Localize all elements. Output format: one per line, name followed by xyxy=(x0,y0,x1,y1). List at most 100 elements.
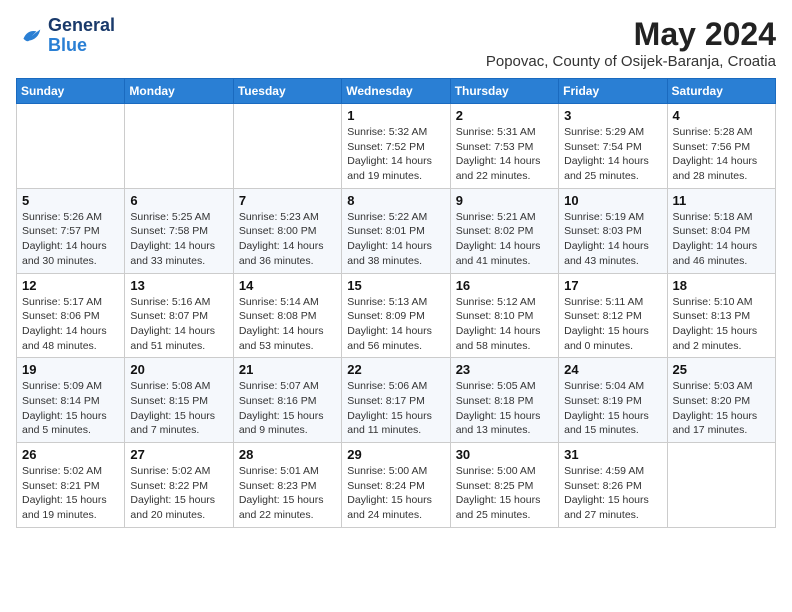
calendar-header-row: SundayMondayTuesdayWednesdayThursdayFrid… xyxy=(17,79,776,104)
day-number: 19 xyxy=(22,362,119,377)
calendar-cell xyxy=(667,443,775,528)
day-header-wednesday: Wednesday xyxy=(342,79,450,104)
day-info: Sunrise: 5:13 AM Sunset: 8:09 PM Dayligh… xyxy=(347,295,444,354)
calendar-cell: 27 Sunrise: 5:02 AM Sunset: 8:22 PM Dayli… xyxy=(125,443,233,528)
day-info: Sunrise: 5:08 AM Sunset: 8:15 PM Dayligh… xyxy=(130,379,227,438)
day-info: Sunrise: 5:02 AM Sunset: 8:21 PM Dayligh… xyxy=(22,464,119,523)
calendar-cell: 25 Sunrise: 5:03 AM Sunset: 8:20 PM Dayli… xyxy=(667,358,775,443)
day-number: 12 xyxy=(22,278,119,293)
day-number: 24 xyxy=(564,362,661,377)
day-info: Sunrise: 5:12 AM Sunset: 8:10 PM Dayligh… xyxy=(456,295,553,354)
day-number: 4 xyxy=(673,108,770,123)
calendar-cell: 10 Sunrise: 5:19 AM Sunset: 8:03 PM Dayli… xyxy=(559,188,667,273)
day-info: Sunrise: 5:26 AM Sunset: 7:57 PM Dayligh… xyxy=(22,210,119,269)
day-info: Sunrise: 5:31 AM Sunset: 7:53 PM Dayligh… xyxy=(456,125,553,184)
location-subtitle: Popovac, County of Osijek-Baranja, Croat… xyxy=(486,53,776,70)
day-number: 14 xyxy=(239,278,336,293)
day-number: 1 xyxy=(347,108,444,123)
day-number: 30 xyxy=(456,447,553,462)
day-number: 20 xyxy=(130,362,227,377)
day-number: 27 xyxy=(130,447,227,462)
day-number: 6 xyxy=(130,193,227,208)
day-number: 25 xyxy=(673,362,770,377)
calendar-week-row: 19Sunrise: 5:09 AM Sunset: 8:14 PM Dayli… xyxy=(17,358,776,443)
calendar-cell: 19Sunrise: 5:09 AM Sunset: 8:14 PM Dayli… xyxy=(17,358,125,443)
day-info: Sunrise: 5:21 AM Sunset: 8:02 PM Dayligh… xyxy=(456,210,553,269)
day-info: Sunrise: 5:18 AM Sunset: 8:04 PM Dayligh… xyxy=(673,210,770,269)
calendar-cell: 6Sunrise: 5:25 AM Sunset: 7:58 PM Daylig… xyxy=(125,188,233,273)
calendar-cell: 4 Sunrise: 5:28 AM Sunset: 7:56 PM Daylig… xyxy=(667,104,775,189)
day-number: 11 xyxy=(673,193,770,208)
day-number: 17 xyxy=(564,278,661,293)
calendar-cell: 26 Sunrise: 5:02 AM Sunset: 8:21 PM Dayli… xyxy=(17,443,125,528)
day-info: Sunrise: 5:32 AM Sunset: 7:52 PM Dayligh… xyxy=(347,125,444,184)
calendar-cell: 30Sunrise: 5:00 AM Sunset: 8:25 PM Dayli… xyxy=(450,443,558,528)
page-header: General Blue May 2024 Popovac, County of… xyxy=(16,16,776,70)
calendar-cell xyxy=(17,104,125,189)
day-number: 9 xyxy=(456,193,553,208)
calendar-week-row: 1 Sunrise: 5:32 AM Sunset: 7:52 PM Daylig… xyxy=(17,104,776,189)
day-info: Sunrise: 5:05 AM Sunset: 8:18 PM Dayligh… xyxy=(456,379,553,438)
day-number: 5 xyxy=(22,193,119,208)
calendar-cell: 5 Sunrise: 5:26 AM Sunset: 7:57 PM Daylig… xyxy=(17,188,125,273)
day-info: Sunrise: 5:28 AM Sunset: 7:56 PM Dayligh… xyxy=(673,125,770,184)
calendar-cell: 22Sunrise: 5:06 AM Sunset: 8:17 PM Dayli… xyxy=(342,358,450,443)
calendar-cell: 1 Sunrise: 5:32 AM Sunset: 7:52 PM Daylig… xyxy=(342,104,450,189)
day-info: Sunrise: 5:03 AM Sunset: 8:20 PM Dayligh… xyxy=(673,379,770,438)
day-number: 23 xyxy=(456,362,553,377)
day-info: Sunrise: 5:06 AM Sunset: 8:17 PM Dayligh… xyxy=(347,379,444,438)
day-header-thursday: Thursday xyxy=(450,79,558,104)
day-header-sunday: Sunday xyxy=(17,79,125,104)
title-block: May 2024 Popovac, County of Osijek-Baran… xyxy=(486,16,776,70)
day-info: Sunrise: 5:19 AM Sunset: 8:03 PM Dayligh… xyxy=(564,210,661,269)
day-number: 26 xyxy=(22,447,119,462)
day-number: 15 xyxy=(347,278,444,293)
day-header-monday: Monday xyxy=(125,79,233,104)
calendar-week-row: 12 Sunrise: 5:17 AM Sunset: 8:06 PM Dayli… xyxy=(17,273,776,358)
logo: General Blue xyxy=(16,16,115,56)
day-info: Sunrise: 5:23 AM Sunset: 8:00 PM Dayligh… xyxy=(239,210,336,269)
calendar-cell: 14 Sunrise: 5:14 AM Sunset: 8:08 PM Dayli… xyxy=(233,273,341,358)
day-info: Sunrise: 5:14 AM Sunset: 8:08 PM Dayligh… xyxy=(239,295,336,354)
day-info: Sunrise: 5:16 AM Sunset: 8:07 PM Dayligh… xyxy=(130,295,227,354)
calendar-cell: 7Sunrise: 5:23 AM Sunset: 8:00 PM Daylig… xyxy=(233,188,341,273)
day-info: Sunrise: 4:59 AM Sunset: 8:26 PM Dayligh… xyxy=(564,464,661,523)
calendar-week-row: 5 Sunrise: 5:26 AM Sunset: 7:57 PM Daylig… xyxy=(17,188,776,273)
calendar-cell: 13Sunrise: 5:16 AM Sunset: 8:07 PM Dayli… xyxy=(125,273,233,358)
calendar-cell: 8Sunrise: 5:22 AM Sunset: 8:01 PM Daylig… xyxy=(342,188,450,273)
day-number: 3 xyxy=(564,108,661,123)
calendar-cell: 28Sunrise: 5:01 AM Sunset: 8:23 PM Dayli… xyxy=(233,443,341,528)
calendar-cell: 31 Sunrise: 4:59 AM Sunset: 8:26 PM Dayli… xyxy=(559,443,667,528)
day-number: 10 xyxy=(564,193,661,208)
calendar-cell: 12 Sunrise: 5:17 AM Sunset: 8:06 PM Dayli… xyxy=(17,273,125,358)
day-number: 29 xyxy=(347,447,444,462)
calendar-cell: 3 Sunrise: 5:29 AM Sunset: 7:54 PM Daylig… xyxy=(559,104,667,189)
calendar-table: SundayMondayTuesdayWednesdayThursdayFrid… xyxy=(16,78,776,528)
day-info: Sunrise: 5:00 AM Sunset: 8:24 PM Dayligh… xyxy=(347,464,444,523)
calendar-cell: 2 Sunrise: 5:31 AM Sunset: 7:53 PM Daylig… xyxy=(450,104,558,189)
calendar-week-row: 26 Sunrise: 5:02 AM Sunset: 8:21 PM Dayli… xyxy=(17,443,776,528)
calendar-cell: 9 Sunrise: 5:21 AM Sunset: 8:02 PM Daylig… xyxy=(450,188,558,273)
calendar-cell: 23 Sunrise: 5:05 AM Sunset: 8:18 PM Dayli… xyxy=(450,358,558,443)
calendar-cell: 16 Sunrise: 5:12 AM Sunset: 8:10 PM Dayli… xyxy=(450,273,558,358)
day-header-friday: Friday xyxy=(559,79,667,104)
day-info: Sunrise: 5:01 AM Sunset: 8:23 PM Dayligh… xyxy=(239,464,336,523)
day-number: 21 xyxy=(239,362,336,377)
day-info: Sunrise: 5:11 AM Sunset: 8:12 PM Dayligh… xyxy=(564,295,661,354)
day-info: Sunrise: 5:29 AM Sunset: 7:54 PM Dayligh… xyxy=(564,125,661,184)
day-number: 31 xyxy=(564,447,661,462)
day-info: Sunrise: 5:02 AM Sunset: 8:22 PM Dayligh… xyxy=(130,464,227,523)
day-info: Sunrise: 5:10 AM Sunset: 8:13 PM Dayligh… xyxy=(673,295,770,354)
calendar-cell: 18Sunrise: 5:10 AM Sunset: 8:13 PM Dayli… xyxy=(667,273,775,358)
calendar-cell xyxy=(125,104,233,189)
calendar-cell xyxy=(233,104,341,189)
day-number: 2 xyxy=(456,108,553,123)
calendar-cell: 15 Sunrise: 5:13 AM Sunset: 8:09 PM Dayli… xyxy=(342,273,450,358)
day-number: 8 xyxy=(347,193,444,208)
logo-text-line1: General xyxy=(48,16,115,36)
day-header-tuesday: Tuesday xyxy=(233,79,341,104)
logo-icon xyxy=(16,22,44,50)
day-info: Sunrise: 5:17 AM Sunset: 8:06 PM Dayligh… xyxy=(22,295,119,354)
calendar-cell: 21Sunrise: 5:07 AM Sunset: 8:16 PM Dayli… xyxy=(233,358,341,443)
day-number: 16 xyxy=(456,278,553,293)
